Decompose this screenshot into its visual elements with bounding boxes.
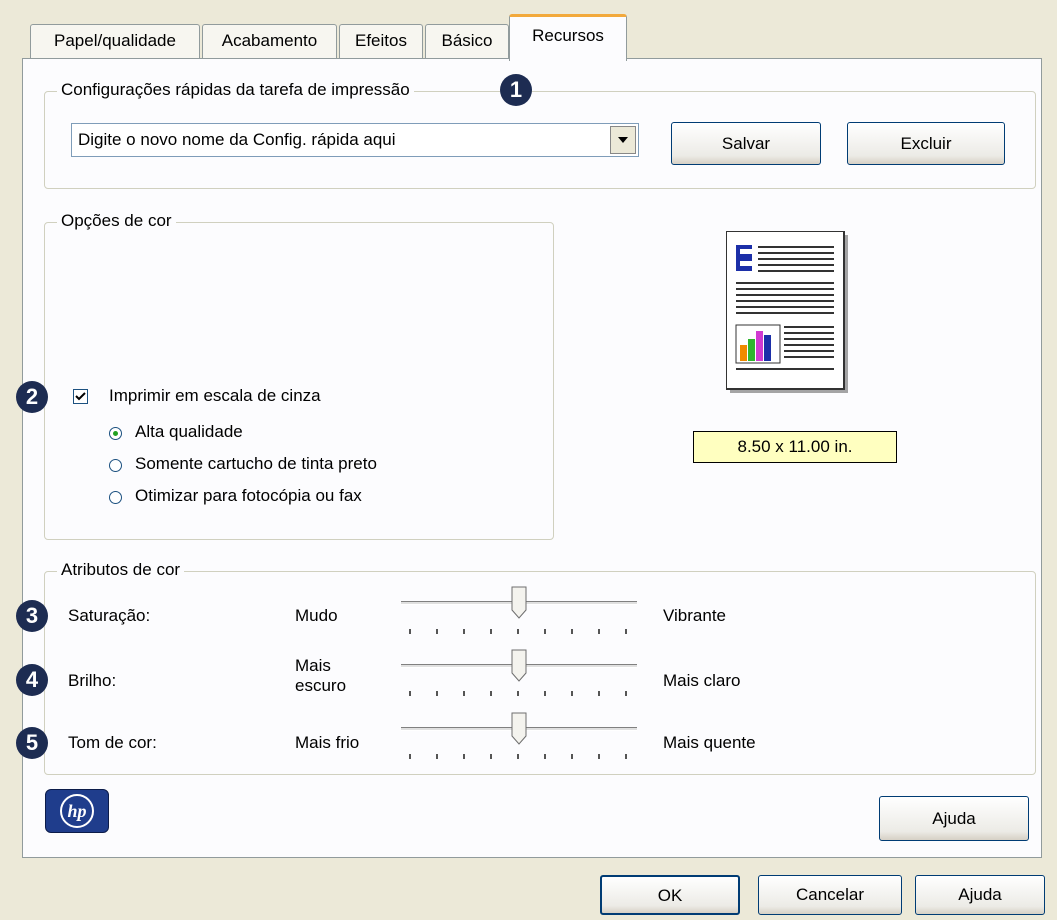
tab-recursos[interactable]: Recursos: [509, 14, 627, 61]
save-button-label: Salvar: [721, 134, 771, 153]
chevron-down-icon[interactable]: [610, 126, 636, 154]
color-attributes-title: Atributos de cor: [57, 560, 185, 580]
radio-otimizar-fotocopia[interactable]: [109, 491, 122, 504]
paper-size-text: 8.50 x 11.00 in.: [737, 437, 853, 456]
brilho-ticks: [409, 691, 635, 697]
radio-somente-preto[interactable]: [109, 459, 122, 472]
tab-papel-qualidade[interactable]: Papel/qualidade: [30, 24, 200, 58]
tom-de-cor-min-label: Mais frio: [295, 733, 360, 752]
grayscale-checkbox[interactable]: [73, 389, 88, 404]
cancel-button[interactable]: Cancelar: [758, 875, 902, 915]
quick-settings-title: Configurações rápidas da tarefa de impre…: [57, 80, 414, 100]
brilho-min-label: Mais escuro: [295, 656, 347, 695]
saturacao-min-label: Mudo: [295, 606, 338, 625]
callout-badge-2: 2: [16, 381, 48, 413]
quick-settings-combo[interactable]: Digite o novo nome da Config. rápida aqu…: [71, 123, 639, 157]
hp-logo: hp: [45, 789, 109, 833]
brilho-label: Brilho:: [68, 671, 117, 690]
saturacao-max-label: Vibrante: [663, 606, 727, 625]
paper-size-label: 8.50 x 11.00 in.: [693, 431, 897, 463]
ok-button[interactable]: OK: [600, 875, 740, 915]
tom-de-cor-max-label: Mais quente: [663, 733, 756, 752]
saturacao-label: Saturação:: [68, 606, 151, 625]
saturacao-slider-thumb[interactable]: [511, 586, 527, 620]
delete-button[interactable]: Excluir: [847, 122, 1005, 165]
callout-badge-3: 3: [16, 600, 48, 632]
help-label: Ajuda: [958, 885, 1002, 904]
page-preview-icon: [725, 230, 848, 393]
tom-de-cor-label: Tom de cor:: [68, 733, 157, 752]
saturacao-ticks: [409, 629, 635, 635]
radio-otimizar-fotocopia-label: Otimizar para fotocópia ou fax: [135, 486, 362, 505]
brilho-max-label: Mais claro: [663, 671, 741, 690]
tab-efeitos[interactable]: Efeitos: [339, 24, 423, 58]
tom-de-cor-slider-thumb[interactable]: [511, 712, 527, 746]
panel-help-label: Ajuda: [932, 809, 976, 828]
brilho-slider-thumb[interactable]: [511, 649, 527, 683]
tab-basico[interactable]: Básico: [425, 24, 509, 58]
checkmark-icon: [75, 392, 86, 401]
tab-acabamento[interactable]: Acabamento: [202, 24, 337, 58]
cancel-label: Cancelar: [795, 885, 865, 904]
color-options-title: Opções de cor: [57, 211, 176, 231]
help-button[interactable]: Ajuda: [915, 875, 1045, 915]
tom-de-cor-ticks: [409, 754, 635, 760]
callout-badge-5: 5: [16, 727, 48, 759]
ok-label: OK: [657, 886, 683, 905]
hp-logo-text: hp: [60, 794, 94, 828]
grayscale-label: Imprimir em escala de cinza: [109, 386, 321, 405]
radio-alta-qualidade[interactable]: [109, 427, 122, 440]
radio-somente-preto-label: Somente cartucho de tinta preto: [135, 454, 377, 473]
callout-badge-1: 1: [500, 74, 532, 106]
quick-settings-combo-value: Digite o novo nome da Config. rápida aqu…: [78, 130, 396, 149]
save-button[interactable]: Salvar: [671, 122, 821, 165]
callout-badge-4: 4: [16, 664, 48, 696]
tab-panel-recursos: Configurações rápidas da tarefa de impre…: [16, 58, 1042, 858]
delete-button-label: Excluir: [900, 134, 952, 153]
radio-alta-qualidade-label: Alta qualidade: [135, 422, 243, 441]
panel-help-button[interactable]: Ajuda: [879, 796, 1029, 841]
